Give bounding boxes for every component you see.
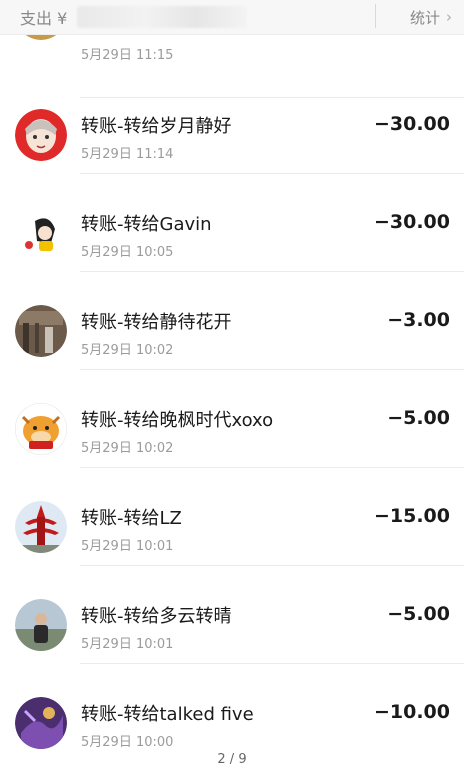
stats-label: 统计	[409, 8, 440, 27]
transaction-time: 5月29日 11:15	[81, 48, 174, 63]
transaction-amount: −30.00	[373, 211, 450, 233]
transaction-amount: −10.00	[373, 701, 450, 723]
avatar-anime-boy-icon	[15, 109, 67, 161]
stats-button[interactable]: 统计 ›	[410, 0, 452, 34]
transaction-time: 5月29日 10:02	[81, 343, 174, 358]
chevron-right-icon: ›	[446, 8, 452, 26]
transaction-title: 转账-转给静待花开	[81, 312, 232, 333]
transaction-time: 5月29日 10:01	[81, 637, 174, 652]
transaction-row[interactable]: 转账-转给talked five 5月29日 10:00 −10.00	[0, 664, 464, 762]
transaction-title: 转账-转给晚枫时代xoxo	[81, 410, 274, 431]
transaction-time: 5月29日 10:05	[81, 245, 174, 260]
transaction-amount: −5.00	[387, 407, 450, 429]
expense-label: 支出 ¥	[20, 9, 68, 28]
transaction-row[interactable]: 转账-转给岁月静好 5月29日 11:14 −30.00	[0, 76, 464, 174]
transaction-row[interactable]: 转账-转给晚枫时代xoxo 5月29日 10:02 −5.00	[0, 370, 464, 468]
avatar-red-tower-icon	[15, 501, 67, 553]
avatar-purple-art-icon	[15, 697, 67, 749]
avatar-cartoon-cow-icon	[15, 403, 67, 455]
transaction-title: 转账-转给多云转晴	[81, 606, 232, 627]
transaction-title: 转账-转给talked five	[81, 704, 254, 725]
transaction-amount: −15.00	[373, 505, 450, 527]
transaction-amount: −30.00	[373, 113, 450, 135]
transaction-amount: −3.00	[387, 309, 450, 331]
page-indicator: 2 / 9	[217, 752, 247, 767]
divider	[375, 4, 376, 28]
transaction-title: 转账-转给Gavin	[81, 214, 212, 235]
transaction-row[interactable]: 转账-转给静待花开 5月29日 10:02 −3.00	[0, 272, 464, 370]
transaction-title: 转账-转给LZ	[81, 508, 182, 529]
avatar-person-photo-icon	[15, 599, 67, 651]
summary-header: 支出 ¥ 统计 ›	[0, 0, 464, 35]
transaction-title: 转账-转给岁月静好	[81, 116, 232, 137]
transaction-time: 5月29日 11:14	[81, 147, 174, 162]
expense-summary: 支出 ¥	[0, 5, 248, 29]
transaction-row[interactable]: 转账-转给Gavin 5月29日 10:05 −30.00	[0, 174, 464, 272]
blurred-amount	[77, 6, 248, 28]
avatar-photo-icon	[15, 305, 67, 357]
transaction-time: 5月29日 10:01	[81, 539, 174, 554]
transaction-time: 5月29日 10:00	[81, 735, 174, 750]
transaction-row[interactable]: 转账-转给LZ 5月29日 10:01 −15.00	[0, 468, 464, 566]
transaction-time: 5月29日 10:02	[81, 441, 174, 456]
avatar-cartoon-girl-icon	[15, 207, 67, 259]
transaction-amount: −5.00	[387, 603, 450, 625]
transaction-row[interactable]: 转账-转给多云转晴 5月29日 10:01 −5.00	[0, 566, 464, 664]
